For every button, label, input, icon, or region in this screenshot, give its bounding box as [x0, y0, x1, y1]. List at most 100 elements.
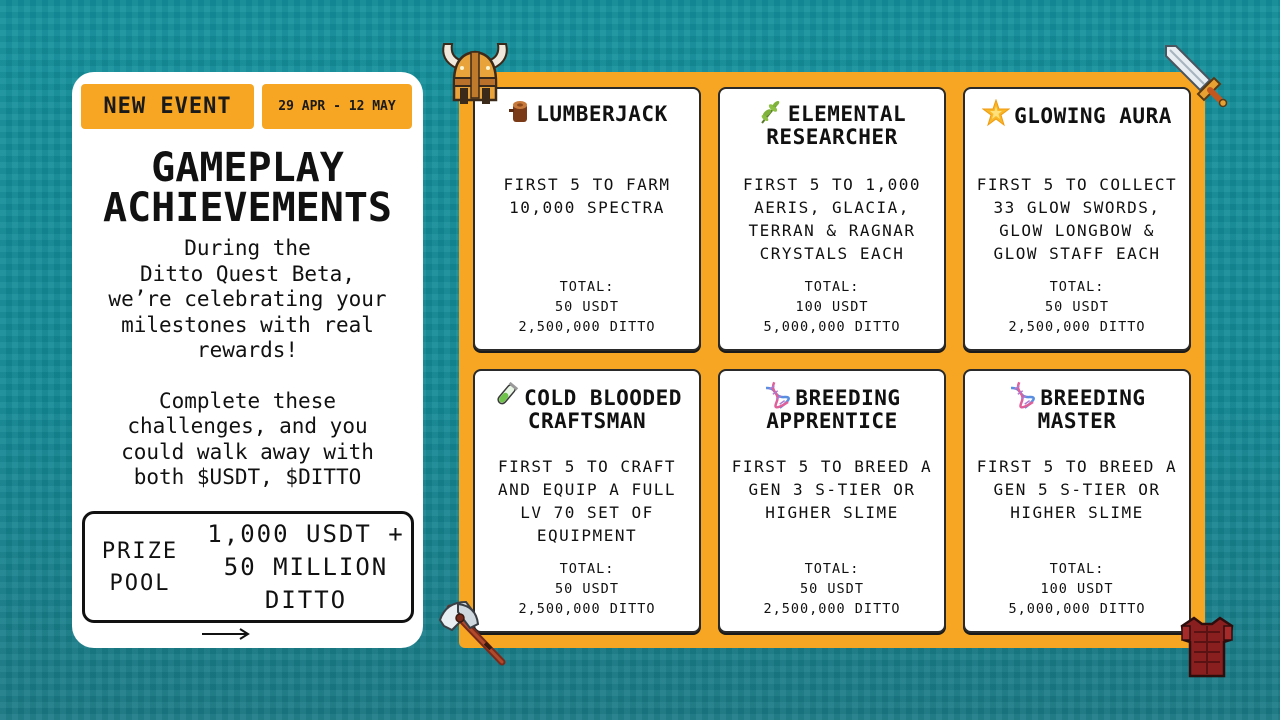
card-total: TOTAL: 50 USDT 2,500,000 DITTO [969, 277, 1185, 337]
total-ditto: 2,500,000 DITTO [1008, 319, 1146, 335]
achievement-card-lumberjack[interactable]: LUMBERJACK FIRST 5 TO FARM 10,000 SPECTR… [473, 87, 701, 351]
dna-icon [766, 381, 791, 409]
total-label: TOTAL: [1049, 561, 1105, 577]
description-line: rewards! [196, 338, 299, 362]
card-title-text: LUMBERJACK [536, 102, 668, 126]
total-usdt: 50 USDT [555, 299, 619, 315]
card-title-text: CRAFTSMAN [527, 409, 647, 433]
description-line: GEN 5 S-TIER OR [993, 480, 1161, 499]
card-description: FIRST 5 TO BREED A GEN 5 S-TIER OR HIGHE… [971, 455, 1183, 524]
description-line: both $USDT, $DITTO [133, 465, 362, 489]
total-usdt: 100 USDT [1040, 581, 1114, 597]
total-label: TOTAL: [1049, 279, 1105, 295]
total-label: TOTAL: [804, 279, 860, 295]
achievement-card-breeding-master[interactable]: BREEDING MASTER FIRST 5 TO BREED A GEN 5… [963, 369, 1191, 633]
viking-helmet-icon [442, 43, 508, 104]
event-info-panel: NEW EVENT 29 APR - 12 MAY GAMEPLAY ACHIE… [72, 72, 423, 648]
title-line-2: ACHIEVEMENTS [103, 185, 392, 231]
description-line: Ditto Quest Beta, [140, 261, 355, 286]
total-usdt: 50 USDT [555, 581, 619, 597]
description-line: 10,000 SPECTRA [509, 198, 665, 217]
description-line: 33 GLOW SWORDS, [993, 198, 1161, 217]
description-line: AND EQUIP A FULL [497, 480, 677, 499]
prize-value-line: DITTO [264, 586, 348, 614]
card-total: TOTAL: 100 USDT 5,000,000 DITTO [724, 277, 940, 337]
total-ditto: 5,000,000 DITTO [1008, 601, 1146, 617]
description-line: FIRST 5 TO CRAFT [497, 457, 677, 476]
card-total: TOTAL: 50 USDT 2,500,000 DITTO [479, 277, 695, 337]
prize-value-line: 50 MILLION [223, 553, 389, 581]
title-line-1: GAMEPLAY [151, 145, 344, 191]
card-title: BREEDING APPRENTICE [724, 381, 940, 433]
new-event-badge: NEW EVENT [81, 84, 254, 129]
total-ditto: 5,000,000 DITTO [763, 319, 901, 335]
card-title-text: APPRENTICE [766, 409, 898, 433]
description-line: HIGHER SLIME [765, 503, 899, 522]
card-title-text: BREEDING [795, 386, 901, 410]
description-line: GLOW LONGBOW & [999, 221, 1155, 240]
description-line: we’re celebrating your [108, 287, 387, 311]
description-line: FIRST 5 TO 1,000 [742, 175, 922, 194]
herb-icon [761, 101, 780, 124]
card-title-text: ELEMENTAL [787, 102, 907, 126]
description-line: GLOW STAFF EACH [993, 244, 1161, 263]
description-line: challenges, and you [127, 414, 368, 438]
potion-icon [497, 381, 519, 405]
total-ditto: 2,500,000 DITTO [518, 319, 656, 335]
pixel-sword-icon [1165, 45, 1228, 108]
description-line: HIGHER SLIME [1010, 503, 1144, 522]
prize-label-line: PRIZE [101, 539, 179, 564]
total-label: TOTAL: [559, 561, 615, 577]
achievement-card-breeding-apprentice[interactable]: BREEDING APPRENTICE FIRST 5 TO BREED A G… [718, 369, 946, 633]
card-title-text: BREEDING [1040, 386, 1146, 410]
description-line: FIRST 5 TO BREED A [976, 457, 1178, 476]
arrow-right-icon[interactable] [202, 628, 250, 640]
achievements-board: LUMBERJACK FIRST 5 TO FARM 10,000 SPECTR… [459, 72, 1205, 648]
card-title: COLD BLOODED CRAFTSMAN [479, 381, 695, 433]
card-total: TOTAL: 100 USDT 5,000,000 DITTO [969, 559, 1185, 619]
card-description: FIRST 5 TO 1,000 AERIS, GLACIA, TERRAN &… [726, 173, 938, 265]
description-line: could walk away with [121, 439, 374, 464]
prize-pool-box: PRIZE POOL 1,000 USDT + 50 MILLION DITTO [82, 511, 414, 623]
prize-value-line: 1,000 USDT + [207, 520, 405, 548]
description-line: CRYSTALS EACH [759, 244, 905, 263]
total-label: TOTAL: [804, 561, 860, 577]
total-usdt: 50 USDT [800, 581, 864, 597]
card-total: TOTAL: 50 USDT 2,500,000 DITTO [724, 559, 940, 619]
description-line: FIRST 5 TO COLLECT [976, 175, 1178, 194]
dna-icon [1011, 381, 1036, 409]
card-description: FIRST 5 TO BREED A GEN 3 S-TIER OR HIGHE… [726, 455, 938, 524]
description-line: FIRST 5 TO FARM [503, 175, 671, 194]
card-description: FIRST 5 TO CRAFT AND EQUIP A FULL LV 70 … [481, 455, 693, 547]
battle-axe-icon [438, 600, 506, 666]
description-line: GEN 3 S-TIER OR [748, 480, 916, 499]
description-line: FIRST 5 TO BREED A [731, 457, 933, 476]
description-line: EQUIPMENT [536, 526, 638, 545]
armor-icon [1180, 616, 1234, 678]
description-line: Complete these [158, 388, 336, 413]
card-description: FIRST 5 TO FARM 10,000 SPECTRA [481, 173, 693, 219]
prize-pool-value: 1,000 USDT + 50 MILLION DITTO [199, 518, 413, 617]
card-total: TOTAL: 50 USDT 2,500,000 DITTO [479, 559, 695, 619]
page-title: GAMEPLAY ACHIEVEMENTS [72, 148, 423, 228]
description-line: LV 70 SET OF [520, 503, 654, 522]
description-line: TERRAN & RAGNAR [748, 221, 916, 240]
description-line: AERIS, GLACIA, [754, 198, 910, 217]
card-title: GLOWING AURA [969, 99, 1185, 128]
total-ditto: 2,500,000 DITTO [763, 601, 901, 617]
description-line: During the [184, 236, 311, 260]
total-usdt: 50 USDT [1045, 299, 1109, 315]
total-usdt: 100 USDT [795, 299, 869, 315]
achievement-card-elemental-researcher[interactable]: ELEMENTAL RESEARCHER FIRST 5 TO 1,000 AE… [718, 87, 946, 351]
total-ditto: 2,500,000 DITTO [518, 601, 656, 617]
total-label: TOTAL: [559, 279, 615, 295]
glowing-star-icon [982, 99, 1011, 127]
card-title-text: GLOWING AURA [1014, 104, 1172, 128]
card-title: BREEDING MASTER [969, 381, 1185, 433]
prize-pool-label: PRIZE POOL [95, 536, 185, 600]
prize-label-line: POOL [109, 571, 171, 596]
achievement-card-glowing-aura[interactable]: GLOWING AURA FIRST 5 TO COLLECT 33 GLOW … [963, 87, 1191, 351]
card-title-text: COLD BLOODED [524, 386, 682, 410]
achievement-card-cold-blooded-craftsman[interactable]: COLD BLOODED CRAFTSMAN FIRST 5 TO CRAFT … [473, 369, 701, 633]
event-description: During the Ditto Quest Beta, we’re celeb… [82, 236, 413, 491]
